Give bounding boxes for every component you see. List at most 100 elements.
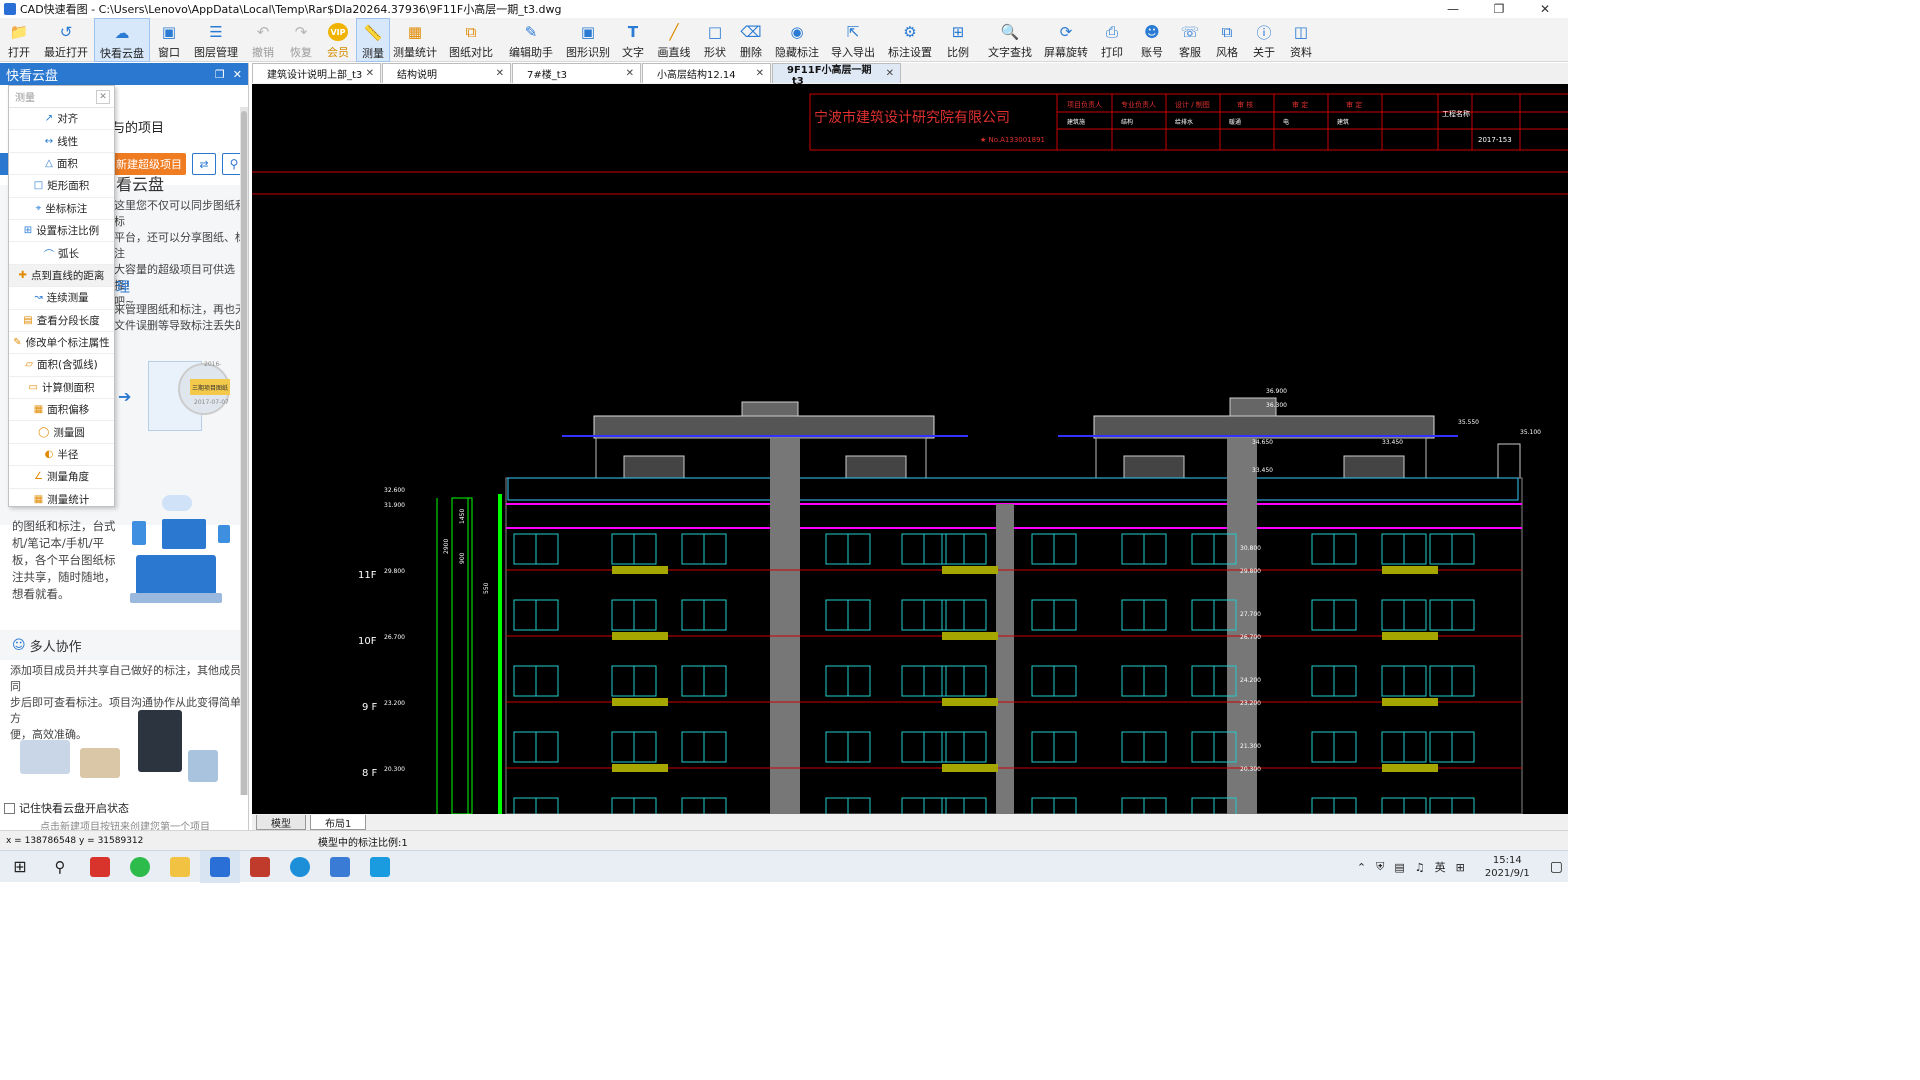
close-panel-icon[interactable]: ✕ xyxy=(233,68,242,81)
menu-item-side-area[interactable]: ▭ 计算侧面积 xyxy=(9,377,114,400)
remember-checkbox[interactable] xyxy=(4,802,15,814)
annot-settings-button[interactable]: ⚙ 标注设置 xyxy=(882,18,938,62)
taskbar-explorer[interactable] xyxy=(160,851,200,883)
close-button[interactable]: ✕ xyxy=(1522,0,1568,18)
menu-item-angle[interactable]: ∠ 测量角度 xyxy=(9,466,114,489)
menu-item-coordinate[interactable]: ⌖ 坐标标注 xyxy=(9,198,114,220)
menu-item-area-arc[interactable]: ▱ 面积(含弧线) xyxy=(9,354,114,377)
manage-illustration: ➔ 2016- 三期项目图纸 2017-07-07 xyxy=(118,355,236,445)
taskbar-search[interactable]: ⚲ xyxy=(40,851,80,883)
remember-option[interactable]: 记住快看云盘开启状态 xyxy=(4,800,129,816)
menu-item-continuous[interactable]: ↝ 连续测量 xyxy=(9,287,114,310)
delete-button[interactable]: ⌫ 删除 xyxy=(732,18,770,62)
menu-item-align[interactable]: ↗ 对齐 xyxy=(9,108,114,131)
panel-left-tab[interactable] xyxy=(0,153,8,175)
account-button[interactable]: ☻ 账号 xyxy=(1132,18,1172,62)
menu-item-statistics[interactable]: ▦ 测量统计 xyxy=(9,489,114,512)
hide-annot-button[interactable]: ◉ 隐藏标注 xyxy=(770,18,824,62)
close-menu-icon[interactable]: ✕ xyxy=(96,89,110,104)
cloud-button[interactable]: ☁ 快看云盘 xyxy=(94,18,150,62)
arrow-icon: ➔ xyxy=(118,387,132,406)
taskbar-app6[interactable] xyxy=(240,851,280,883)
taskbar-edge[interactable] xyxy=(280,851,320,883)
ime-indicator[interactable]: 英 xyxy=(1435,859,1446,875)
materials-button[interactable]: ◫ 资料 xyxy=(1282,18,1320,62)
shape-recog-button[interactable]: ▣ 图形识别 xyxy=(560,18,616,62)
line-button[interactable]: ╱ 画直线 xyxy=(650,18,698,62)
chevron-up-icon[interactable]: ⌃ xyxy=(1357,861,1366,874)
text-search-button[interactable]: 🔍 文字查找 xyxy=(980,18,1040,62)
user-icon: ☻ xyxy=(1144,23,1160,41)
area-offset-icon: ▦ xyxy=(33,404,44,416)
close-tab-icon[interactable]: ✕ xyxy=(756,68,764,79)
menu-item-circle[interactable]: ◯ 测量圆 xyxy=(9,421,114,444)
compare-button[interactable]: ⧉ 图纸对比 xyxy=(440,18,502,62)
tab-layout1[interactable]: 布局1 xyxy=(310,815,367,830)
main-toolbar: 📁 打开 ↺ 最近打开 ☁ 快看云盘 ▣ 窗口 ☰ 图层管理 ↶ 撤销 ↷ 恢复 VIP 会员 … xyxy=(0,18,1568,62)
network-icon[interactable]: ▤ xyxy=(1394,861,1404,874)
start-button[interactable]: ⊞ xyxy=(0,851,40,883)
menu-item-point-line[interactable]: ✚ 点到直线的距离 xyxy=(9,264,114,288)
side-panel-scrollbar[interactable] xyxy=(240,107,248,795)
measure-button[interactable]: 📏 测量 xyxy=(356,18,390,62)
tab-model[interactable]: 模型 xyxy=(256,815,306,830)
minimize-button[interactable]: — xyxy=(1430,0,1476,18)
window-button[interactable]: ▣ 窗口 xyxy=(150,18,188,62)
taskbar-cad[interactable] xyxy=(200,850,240,883)
scale-button[interactable]: ⊞ 比例 xyxy=(938,18,978,62)
style-button[interactable]: ⧉ 风格 xyxy=(1208,18,1246,62)
shield-icon[interactable]: ⛨ xyxy=(1376,860,1384,874)
menu-item-radius[interactable]: ◐ 半径 xyxy=(9,444,114,467)
volume-icon[interactable]: ♫ xyxy=(1415,861,1425,874)
menu-item-segments[interactable]: ▤ 查看分段长度 xyxy=(9,310,114,332)
restore-panel-icon[interactable]: ❐ xyxy=(215,68,225,81)
clock[interactable]: 15:14 2021/9/1 xyxy=(1480,854,1535,880)
undo-button[interactable]: ↶ 撤销 xyxy=(244,18,282,62)
tab-drawing-4[interactable]: 小高层结构12.14 ✕ xyxy=(642,63,771,83)
sync-button[interactable]: ⇄ xyxy=(192,153,216,175)
close-tab-icon[interactable]: ✕ xyxy=(366,68,374,79)
menu-item-arc-length[interactable]: ⌒ 弧长 xyxy=(9,242,114,265)
text-button[interactable]: T 文字 xyxy=(616,18,650,62)
taskbar-wps[interactable] xyxy=(80,851,120,883)
menu-item-area-offset[interactable]: ▦ 面积偏移 xyxy=(9,399,114,422)
taskbar-wechat[interactable] xyxy=(120,851,160,883)
notification-icon[interactable]: ▢ xyxy=(1550,859,1563,875)
taskbar-app9[interactable] xyxy=(360,851,400,883)
tab-drawing-2[interactable]: 结构说明 ✕ xyxy=(382,63,511,83)
tab-drawing-3[interactable]: 7#楼_t3 ✕ xyxy=(512,63,641,83)
about-button[interactable]: ⓘ 关于 xyxy=(1246,18,1282,62)
menu-item-set-scale[interactable]: ⊞ 设置标注比例 xyxy=(9,220,114,243)
menu-item-edit-annot[interactable]: ✎ 修改单个标注属性 xyxy=(9,332,114,355)
menu-item-area[interactable]: △ 面积 xyxy=(9,153,114,176)
statistics-icon: ▦ xyxy=(33,493,44,505)
compare-icon: ⧉ xyxy=(465,23,477,41)
maximize-button[interactable]: ❐ xyxy=(1476,0,1522,18)
wps-icon xyxy=(90,856,110,877)
menu-item-rect-area[interactable]: □ 矩形面积 xyxy=(9,175,114,198)
close-tab-icon[interactable]: ✕ xyxy=(496,68,504,79)
print-button[interactable]: ⎙ 打印 xyxy=(1092,18,1132,62)
layer-button[interactable]: ☰ 图层管理 xyxy=(188,18,244,62)
stats-icon: ▦ xyxy=(407,23,423,41)
service-button[interactable]: ☏ 客服 xyxy=(1172,18,1208,62)
layers-icon: ☰ xyxy=(209,23,223,41)
recent-button[interactable]: ↺ 最近打开 xyxy=(38,18,94,62)
tab-drawing-5[interactable]: 9F11F小高层一期_t3 ✕ xyxy=(772,63,901,87)
screen-rotate-button[interactable]: ⟳ 屏幕旋转 xyxy=(1040,18,1092,62)
taskbar-app8[interactable] xyxy=(320,851,360,883)
measure-stat-button[interactable]: ▦ 测量统计 xyxy=(390,18,440,62)
tab-drawing-1[interactable]: 建筑设计说明上部_t3 ✕ xyxy=(252,63,381,83)
shape-button[interactable]: □ 形状 xyxy=(698,18,732,62)
cad-canvas[interactable]: 宁波市建筑设计研究院有限公司 ★ No.A133001891 2017-153 … xyxy=(252,84,1568,814)
info-icon: ⓘ xyxy=(1256,23,1272,42)
open-button[interactable]: 📁 打开 xyxy=(0,18,38,62)
ime-mode-icon[interactable]: ⊞ xyxy=(1456,861,1465,874)
redo-button[interactable]: ↷ 恢复 xyxy=(282,18,320,62)
menu-item-linear[interactable]: ↔ 线性 xyxy=(9,130,114,153)
edit-assist-button[interactable]: ✎ 编辑助手 xyxy=(502,18,560,62)
close-tab-icon[interactable]: ✕ xyxy=(626,68,634,79)
import-export-button[interactable]: ⇱ 导入导出 xyxy=(824,18,882,62)
close-tab-icon[interactable]: ✕ xyxy=(886,68,894,79)
vip-button[interactable]: VIP 会员 xyxy=(320,18,356,62)
